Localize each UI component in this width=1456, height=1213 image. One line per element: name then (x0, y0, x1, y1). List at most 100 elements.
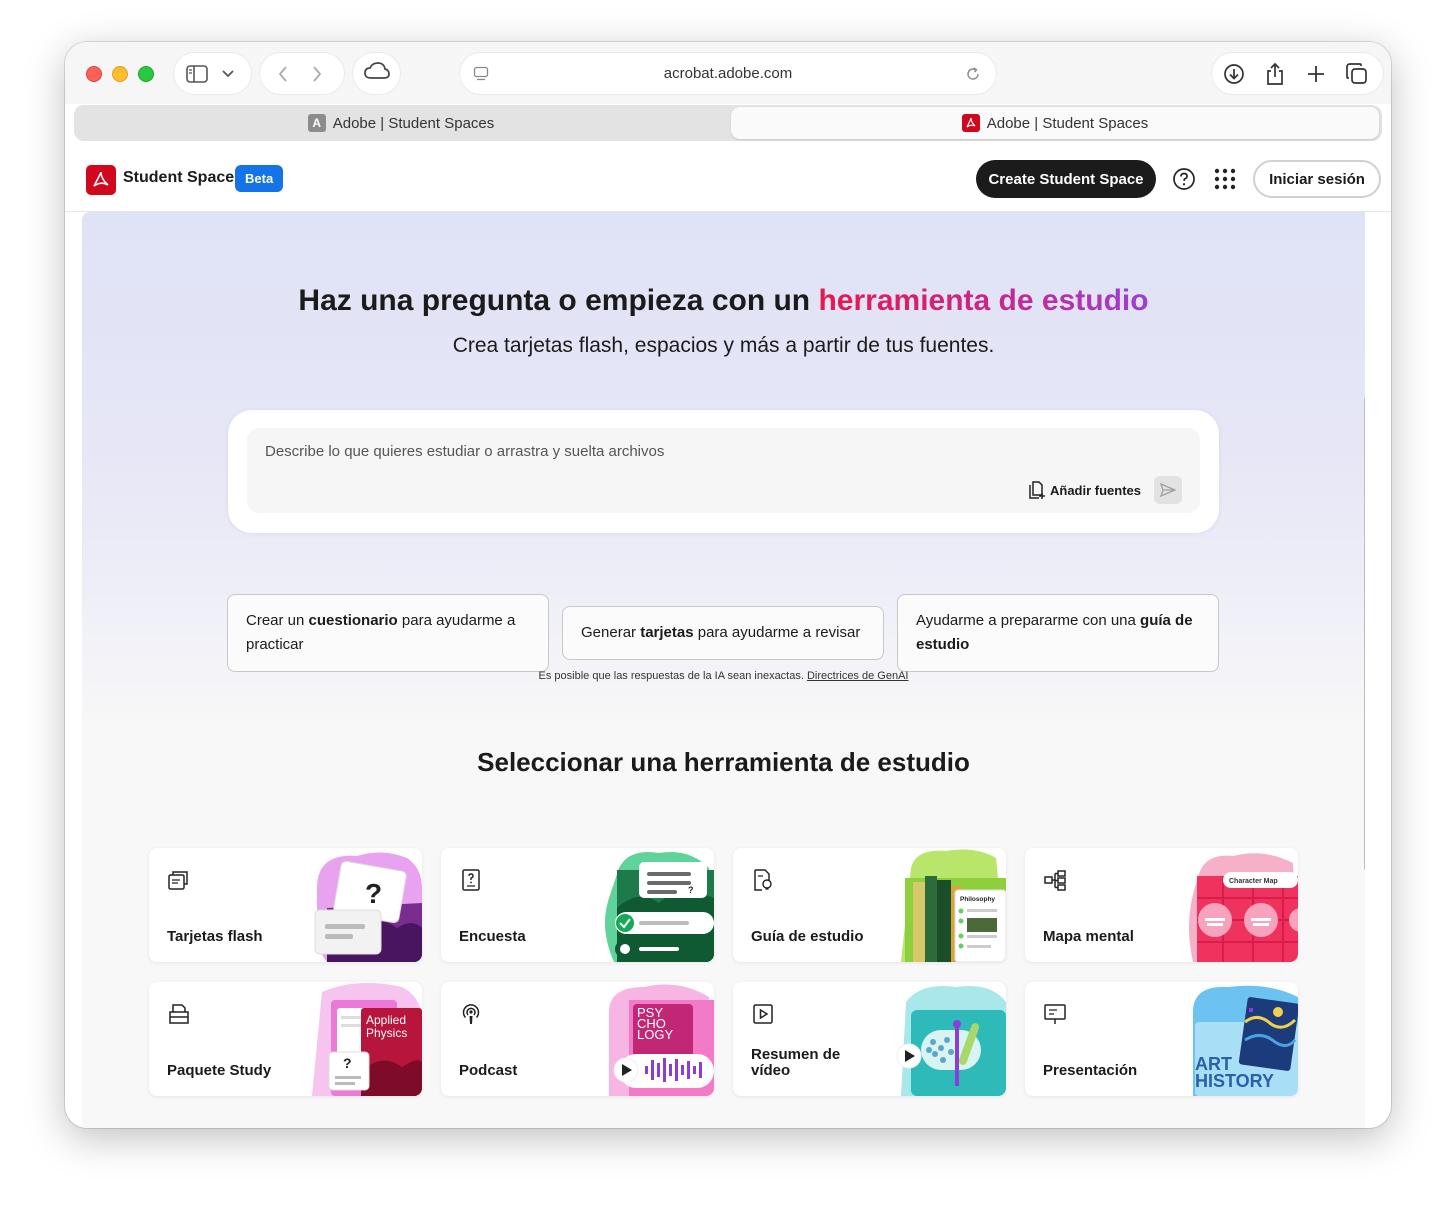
zoom-window-button[interactable] (138, 66, 154, 82)
address-bar[interactable]: acrobat.adobe.com (460, 53, 996, 94)
suggestion-pre: Generar (581, 624, 641, 641)
hero-title-plain: Haz una pregunta o empieza con un (298, 284, 819, 317)
study-guide-icon (751, 868, 775, 892)
video-summary-illustration (891, 982, 1006, 1096)
tools-section-title: Seleccionar una herramienta de estudio (477, 747, 970, 777)
tool-card-quiz[interactable]: Encuesta ? (441, 848, 714, 962)
presentation-icon (1043, 1002, 1067, 1026)
suggestion-bold: tarjetas (640, 624, 694, 641)
vertical-scrollbar[interactable] (1364, 397, 1365, 871)
tab-bar: A Adobe | Student Spaces Adobe | Student… (74, 105, 1382, 141)
suggestion-post: para ayudarme a revisar (693, 624, 861, 641)
tool-label: Mapa mental (1043, 928, 1134, 945)
presentation-illustration: ART HISTORY (1183, 982, 1298, 1096)
add-file-icon (1027, 480, 1045, 500)
app-switcher-grid-icon[interactable] (1213, 167, 1237, 191)
tool-card-study-guide[interactable]: Guía de estudio Philosophy (733, 848, 1006, 962)
quiz-icon (459, 868, 483, 892)
suggestion-pre: Crear un (246, 612, 309, 629)
send-arrow-icon (1160, 483, 1176, 497)
podcast-illustration: PSY CHO LOGY (599, 982, 714, 1096)
main-content: Haz una pregunta o empieza con un herram… (82, 212, 1365, 1128)
sign-in-button[interactable]: Iniciar sesión (1253, 160, 1381, 198)
tool-card-flashcards[interactable]: Tarjetas flash ? (149, 848, 422, 962)
create-student-space-button[interactable]: Create Student Space (976, 160, 1156, 198)
tool-label: Presentación (1043, 1062, 1138, 1079)
genai-guidelines-link[interactable]: Directrices de GenAI (807, 670, 908, 682)
suggestion-study-guide[interactable]: Ayudarme a prepararme con una guía de es… (897, 594, 1219, 672)
tool-card-video-summary[interactable]: Resumen de vídeo (733, 982, 1006, 1096)
character-map-art-text: Character Map (1229, 878, 1278, 885)
suggestion-text: Ayudarme a prepararme con una guía de es… (916, 609, 1200, 657)
new-tab-plus-icon[interactable] (1299, 57, 1333, 91)
sidebar-controls (174, 53, 251, 94)
acrobat-favicon-icon (961, 114, 980, 132)
tool-card-mind-map[interactable]: Mapa mental Character Map (1025, 848, 1298, 962)
flashcards-icon (167, 868, 191, 892)
reload-icon[interactable] (956, 57, 990, 91)
hero-title-highlight: herramienta de estudio (818, 284, 1149, 317)
mind-map-illustration: Character Map (1183, 848, 1298, 962)
sidebar-toggle-icon[interactable] (180, 57, 214, 91)
hero-subtitle: Crea tarjetas flash, espacios y más a pa… (452, 334, 995, 357)
tab-title: Adobe | Student Spaces (332, 114, 495, 132)
disclaimer-text: Es posible que las respuestas de la IA s… (538, 670, 807, 682)
suggestion-text: Crear un cuestionario para ayudarme a pr… (246, 609, 530, 657)
prompt-card: Describe lo que quieres estudiar o arras… (228, 410, 1219, 533)
study-guide-illustration: Philosophy (891, 848, 1006, 962)
tool-label: Resumen de vídeo (751, 1046, 841, 1079)
icloud-button[interactable] (353, 53, 400, 94)
url-text: acrobat.adobe.com (663, 65, 793, 82)
podcast-icon (459, 1002, 483, 1026)
svg-text:?: ? (688, 885, 694, 895)
study-pack-illustration: Applied Physics ? (307, 982, 422, 1096)
share-icon[interactable] (1258, 57, 1292, 91)
hero-title: Haz una pregunta o empieza con un herram… (82, 284, 1365, 318)
tool-label: Guía de estudio (751, 928, 864, 945)
adobe-a-favicon-icon: A (307, 114, 326, 132)
minimize-window-button[interactable] (112, 66, 128, 82)
beta-badge: Beta (235, 165, 284, 192)
tab-1[interactable]: A Adobe | Student Spaces (74, 105, 728, 141)
nav-controls (260, 53, 344, 94)
tool-label: Tarjetas flash (167, 928, 263, 945)
back-arrow-icon[interactable] (266, 57, 300, 91)
flashcards-illustration: ? (307, 848, 422, 962)
add-sources-label: Añadir fuentes (1050, 482, 1142, 498)
prompt-placeholder: Describe lo que quieres estudiar o arras… (265, 443, 665, 460)
ai-disclaimer: Es posible que las respuestas de la IA s… (82, 670, 1365, 682)
cloud-icon (363, 62, 390, 85)
svg-text:?: ? (343, 1055, 352, 1071)
help-icon[interactable] (1172, 167, 1196, 191)
browser-window: acrobat.adobe.com A Adobe | Student Spac… (65, 42, 1391, 1128)
browser-toolbar: acrobat.adobe.com (65, 42, 1391, 104)
tool-label: Podcast (459, 1062, 518, 1079)
suggestion-text: Generar tarjetas para ayudarme a revisar (581, 621, 860, 645)
applied-physics-art-text: Applied Physics (366, 1013, 407, 1040)
close-window-button[interactable] (86, 66, 102, 82)
tool-card-presentation[interactable]: Presentación ART HISTORY (1025, 982, 1298, 1096)
add-sources-button[interactable]: Añadir fuentes (1027, 480, 1141, 500)
svg-text:?: ? (365, 878, 382, 909)
tab-title: Adobe | Student Spaces (986, 114, 1149, 132)
philosophy-art-text: Philosophy (960, 896, 995, 903)
suggestion-quiz[interactable]: Crear un cuestionario para ayudarme a pr… (227, 594, 549, 672)
tab-2-active[interactable]: Adobe | Student Spaces (731, 107, 1379, 139)
tool-card-study-pack[interactable]: Paquete Study Applied Physics ? (149, 982, 422, 1096)
brand-name[interactable]: Student Spaces (123, 169, 243, 187)
suggestion-flashcards[interactable]: Generar tarjetas para ayudarme a revisar (562, 606, 884, 660)
tab-overview-icon[interactable] (1340, 57, 1374, 91)
mind-map-icon (1043, 868, 1067, 892)
send-button[interactable] (1154, 476, 1182, 504)
prompt-input[interactable]: Describe lo que quieres estudiar o arras… (247, 428, 1200, 513)
tool-card-podcast[interactable]: Podcast PSY CHO LOGY (441, 982, 714, 1096)
forward-arrow-icon[interactable] (300, 57, 334, 91)
chevron-down-icon[interactable] (214, 57, 242, 91)
tool-label: Paquete Study (167, 1062, 272, 1079)
acrobat-logo-icon[interactable] (86, 165, 116, 195)
download-icon[interactable] (1217, 57, 1251, 91)
suggestion-bold: cuestionario (308, 612, 398, 629)
app-header: Student Spaces Beta Create Student Space… (65, 148, 1391, 212)
video-summary-icon (751, 1002, 775, 1026)
study-pack-icon (167, 1002, 191, 1026)
